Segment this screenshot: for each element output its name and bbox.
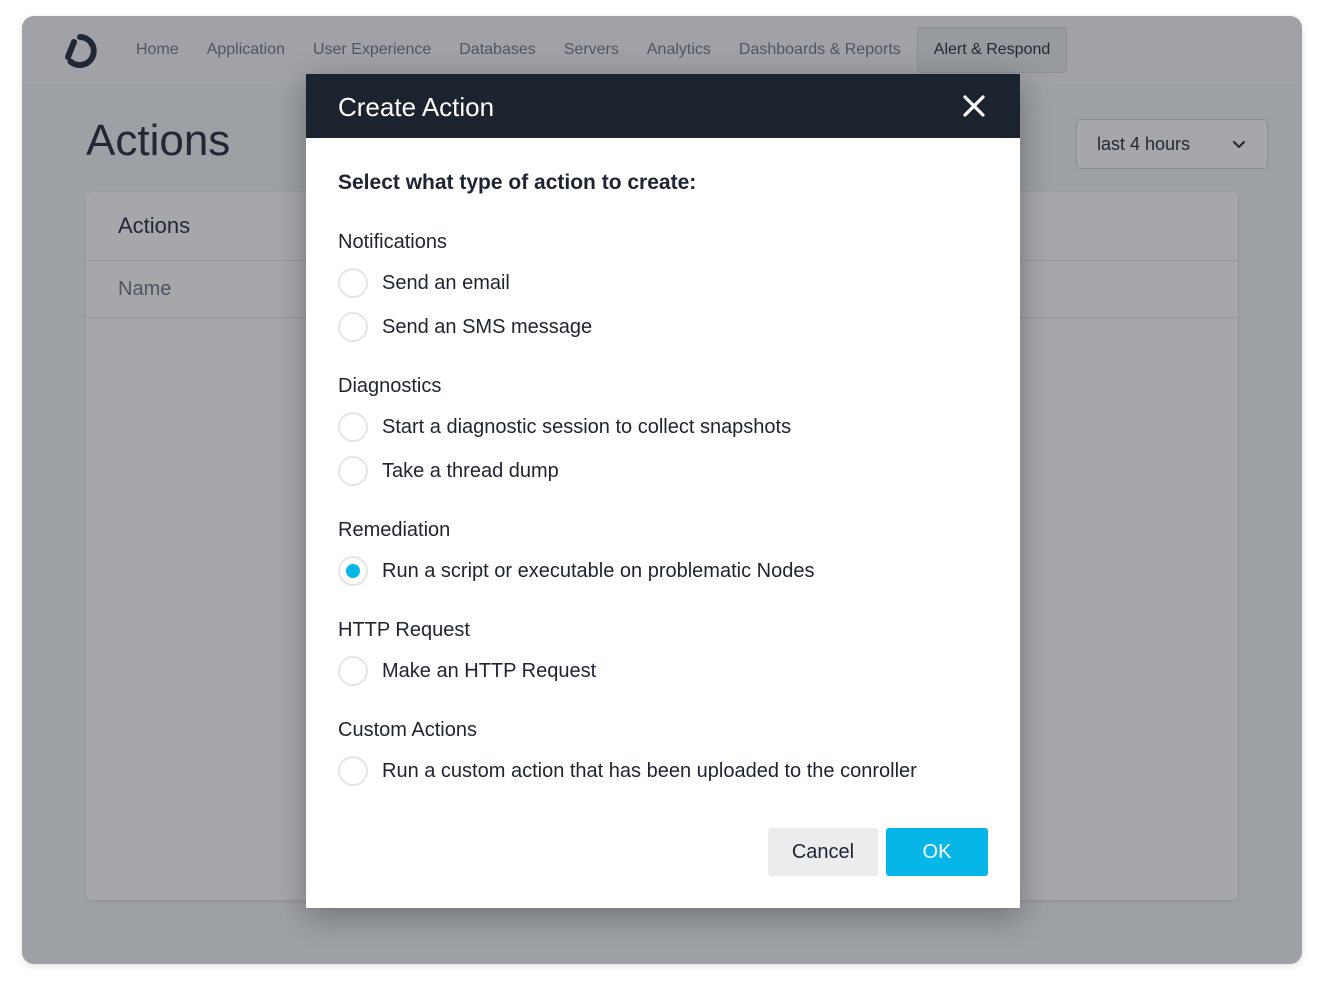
option-http-request[interactable]: Make an HTTP Request [338, 649, 988, 693]
dialog-header: Create Action [306, 74, 1020, 138]
option-diagnostic-session[interactable]: Start a diagnostic session to collect sn… [338, 405, 988, 449]
section-label-custom-actions: Custom Actions [338, 719, 477, 741]
dialog-title: Create Action [338, 92, 495, 122]
radio-send-email[interactable] [338, 268, 368, 298]
dialog-prompt: Select what type of action to create: [338, 171, 697, 194]
radio-diagnostic-session[interactable] [338, 412, 368, 442]
close-icon[interactable] [958, 90, 990, 122]
section-label-remediation: Remediation [338, 519, 451, 541]
option-label[interactable]: Take a thread dump [382, 460, 559, 483]
radio-http-request[interactable] [338, 656, 368, 686]
option-label[interactable]: Run a custom action that has been upload… [382, 760, 917, 783]
option-label[interactable]: Run a script or executable on problemati… [382, 560, 814, 583]
section-label-http-request: HTTP Request [338, 619, 470, 641]
radio-send-sms[interactable] [338, 312, 368, 342]
radio-run-script[interactable] [338, 556, 368, 586]
option-label[interactable]: Start a diagnostic session to collect sn… [382, 416, 791, 439]
option-send-sms[interactable]: Send an SMS message [338, 305, 988, 349]
option-custom-action[interactable]: Run a custom action that has been upload… [338, 749, 988, 793]
section-label-notifications: Notifications [338, 231, 447, 253]
option-label[interactable]: Send an email [382, 272, 510, 295]
option-thread-dump[interactable]: Take a thread dump [338, 449, 988, 493]
option-run-script[interactable]: Run a script or executable on problemati… [338, 549, 988, 593]
option-label[interactable]: Make an HTTP Request [382, 660, 596, 683]
radio-thread-dump[interactable] [338, 456, 368, 486]
dialog-footer: Cancel OK [768, 828, 988, 876]
create-action-dialog: Create Action Select what type of action… [306, 74, 1020, 908]
option-label[interactable]: Send an SMS message [382, 316, 592, 339]
option-send-email[interactable]: Send an email [338, 261, 988, 305]
cancel-button[interactable]: Cancel [768, 828, 878, 876]
section-label-diagnostics: Diagnostics [338, 375, 442, 397]
ok-button[interactable]: OK [886, 828, 988, 876]
radio-custom-action[interactable] [338, 756, 368, 786]
